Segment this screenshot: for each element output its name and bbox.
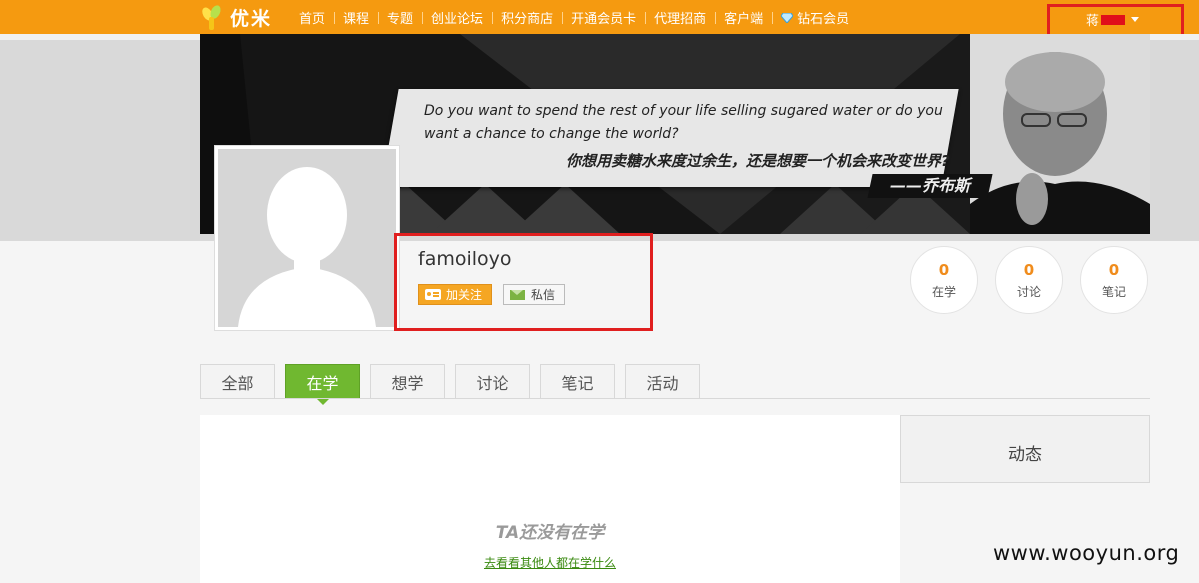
tab-notes[interactable]: 笔记 bbox=[540, 364, 615, 399]
quote-author: ——乔布斯 bbox=[867, 174, 993, 198]
chevron-down-icon bbox=[1131, 17, 1140, 22]
main-content-panel: TA还没有在学 去看看其他人都在学什么 bbox=[200, 415, 900, 583]
stat-notes[interactable]: 0 笔记 bbox=[1080, 246, 1148, 314]
avatar-placeholder bbox=[218, 149, 396, 327]
nav-topics[interactable]: 专题 bbox=[378, 8, 422, 27]
stat-label: 讨论 bbox=[1016, 285, 1041, 299]
empty-state-title: TA还没有在学 bbox=[495, 523, 605, 543]
main-nav: 首页 课程 专题 创业论坛 积分商店 开通会员卡 代理招商 客户端 钻石会员 bbox=[290, 0, 858, 34]
message-label: 私信 bbox=[531, 288, 556, 302]
quote-author-text: ——乔布斯 bbox=[889, 176, 970, 195]
username: 蒋 bbox=[1086, 14, 1100, 29]
avatar[interactable] bbox=[214, 145, 400, 331]
mail-icon bbox=[510, 289, 525, 300]
stat-label: 在学 bbox=[931, 285, 956, 299]
tab-learning[interactable]: 在学 bbox=[285, 364, 360, 405]
browse-others-link[interactable]: 去看看其他人都在学什么 bbox=[200, 554, 900, 571]
profile-name: famoiloyo bbox=[418, 248, 512, 270]
side-panel-title: 动态 bbox=[1008, 445, 1042, 465]
stat-value: 0 bbox=[1108, 261, 1120, 279]
nav-member-card[interactable]: 开通会员卡 bbox=[562, 8, 645, 27]
nav-courses[interactable]: 课程 bbox=[334, 8, 378, 27]
watermark: www.wooyun.org bbox=[993, 541, 1180, 565]
profile-info-highlight: famoiloyo 加关注 私信 bbox=[394, 233, 653, 331]
stat-label: 笔记 bbox=[1101, 285, 1126, 299]
quote-chinese: 你想用卖糖水来度过余生，还是想要一个机会来改变世界? bbox=[566, 152, 950, 170]
user-silhouette-icon bbox=[218, 149, 396, 327]
stat-discussion[interactable]: 0 讨论 bbox=[995, 246, 1063, 314]
logo-text: 优米 bbox=[230, 7, 273, 30]
nav-agency[interactable]: 代理招商 bbox=[645, 8, 715, 27]
redacted-name bbox=[1101, 14, 1126, 25]
tab-divider bbox=[200, 398, 1150, 399]
nav-vip-label: 钻石会员 bbox=[797, 11, 850, 27]
activity-side-panel: 动态 bbox=[900, 415, 1150, 483]
tab-want-to-learn[interactable]: 想学 bbox=[370, 364, 445, 399]
follow-label: 加关注 bbox=[446, 288, 483, 302]
stat-value: 0 bbox=[938, 261, 950, 279]
diamond-icon bbox=[780, 12, 794, 24]
nav-vip[interactable]: 钻石会员 bbox=[772, 8, 858, 27]
site-logo[interactable]: 优米 bbox=[200, 2, 272, 32]
profile-tabs: 全部 在学 想学 讨论 笔记 活动 bbox=[200, 364, 710, 405]
stat-learning[interactable]: 0 在学 bbox=[910, 246, 978, 314]
nav-forum[interactable]: 创业论坛 bbox=[422, 8, 492, 27]
tab-all[interactable]: 全部 bbox=[200, 364, 275, 399]
tab-discussion[interactable]: 讨论 bbox=[455, 364, 530, 399]
follow-button[interactable]: 加关注 bbox=[418, 284, 492, 305]
stat-value: 0 bbox=[1023, 261, 1035, 279]
quote-english: Do you want to spend the rest of your li… bbox=[424, 103, 943, 142]
nav-points-shop[interactable]: 积分商店 bbox=[492, 8, 562, 27]
user-menu[interactable]: 蒋 bbox=[1086, 10, 1140, 29]
message-button[interactable]: 私信 bbox=[503, 284, 565, 305]
tab-activity[interactable]: 活动 bbox=[625, 364, 700, 399]
nav-client[interactable]: 客户端 bbox=[715, 8, 772, 27]
id-card-icon bbox=[425, 289, 441, 300]
youmi-logo-icon bbox=[200, 3, 226, 31]
top-nav-bar: 优米 首页 课程 专题 创业论坛 积分商店 开通会员卡 代理招商 客户端 钻石会… bbox=[0, 0, 1199, 51]
nav-home[interactable]: 首页 bbox=[290, 8, 334, 27]
